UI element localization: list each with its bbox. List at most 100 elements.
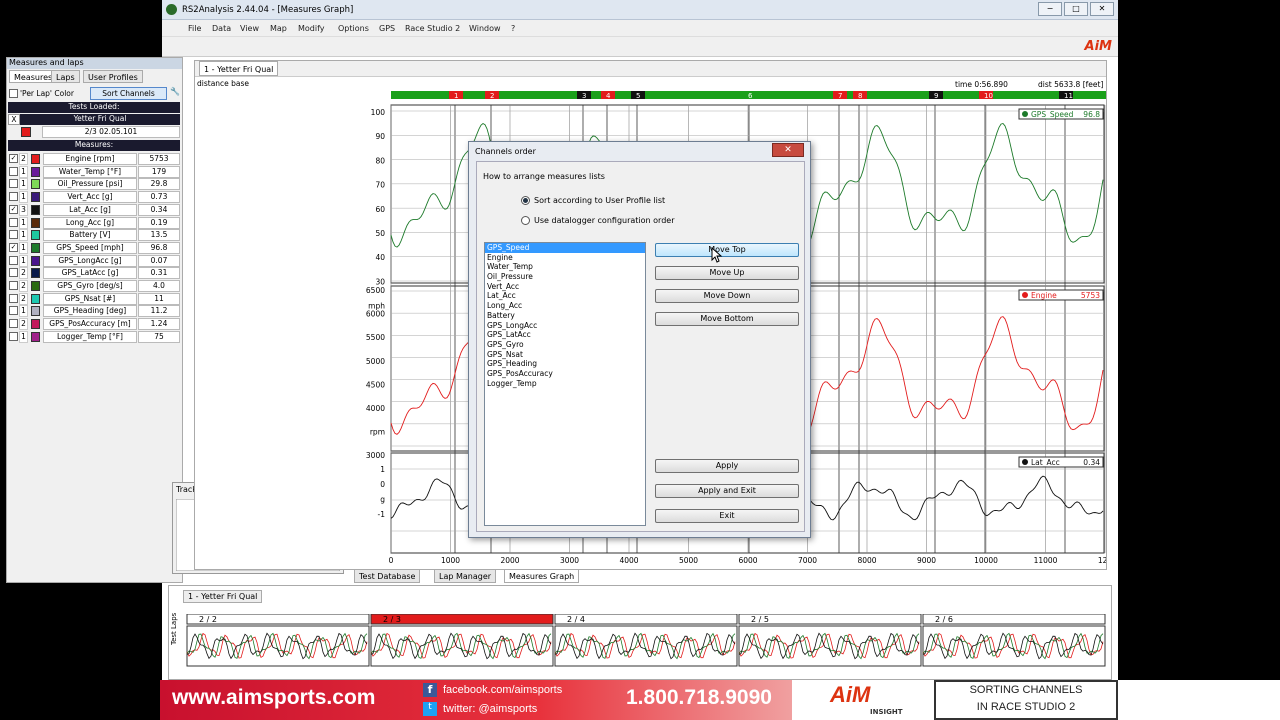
measure-number[interactable]: 1 (19, 191, 28, 204)
menu-options[interactable]: Options (338, 24, 369, 33)
channel-list-item[interactable]: GPS_LatAcc (485, 330, 645, 340)
channel-list-item[interactable]: Vert_Acc (485, 282, 645, 292)
channel-list-item[interactable]: Oil_Pressure (485, 272, 645, 282)
measure-row[interactable]: 1 GPS_LongAcc [g] 0.07 (8, 254, 180, 268)
measure-number[interactable]: 3 (19, 203, 28, 216)
menu-race-studio[interactable]: Race Studio 2 (405, 24, 460, 33)
measure-color-swatch[interactable] (31, 230, 40, 241)
measure-row[interactable]: 1 Vert_Acc [g] 0.73 (8, 191, 180, 204)
menu-data[interactable]: Data (212, 24, 231, 33)
menu-gps[interactable]: GPS (379, 24, 395, 33)
tab-laps[interactable]: Laps (51, 70, 80, 83)
measure-row[interactable]: 2 GPS_Nsat [#] 11 (8, 292, 180, 306)
measure-row[interactable]: 1 GPS_Heading [deg] 11.2 (8, 305, 180, 318)
measure-number[interactable]: 1 (19, 178, 28, 191)
measure-color-swatch[interactable] (31, 255, 40, 266)
measure-number[interactable]: 2 (19, 153, 28, 165)
test-name[interactable]: Yetter Fri Qual (20, 114, 180, 125)
tab-lap-manager[interactable]: Lap Manager (434, 569, 497, 583)
move-down-button[interactable]: Move Down (655, 289, 799, 303)
channel-list-item[interactable]: GPS_Speed (485, 243, 645, 253)
measure-label[interactable]: Long_Acc [g] (43, 216, 137, 229)
measure-label[interactable]: Water_Temp [°F] (43, 165, 137, 178)
measure-checkbox[interactable] (9, 166, 18, 176)
measure-label[interactable]: GPS_Nsat [#] (43, 292, 137, 305)
measure-label[interactable]: Vert_Acc [g] (43, 191, 137, 204)
measure-row[interactable]: 1 Long_Acc [g] 0.19 (8, 216, 180, 230)
lap-label[interactable]: 2/3 02.05.101 (42, 126, 180, 138)
measure-checkbox[interactable] (9, 217, 18, 227)
lap-thumbnail[interactable] (186, 625, 370, 667)
measure-color-swatch[interactable] (31, 306, 40, 317)
channel-list-item[interactable]: GPS_Gyro (485, 340, 645, 350)
measure-number[interactable]: 1 (19, 241, 28, 254)
menu-window[interactable]: Window (469, 24, 501, 33)
measure-color-swatch[interactable] (31, 204, 40, 215)
measure-checkbox[interactable]: ✓ (9, 204, 18, 214)
channel-list-item[interactable]: Lat_Acc (485, 291, 645, 301)
close-button[interactable]: ✕ (1090, 2, 1114, 16)
measure-checkbox[interactable] (9, 255, 18, 265)
measure-color-swatch[interactable] (31, 179, 40, 190)
measure-checkbox[interactable] (9, 319, 18, 329)
measure-number[interactable]: 2 (19, 280, 28, 292)
measure-label[interactable]: Lat_Acc [g] (43, 203, 137, 216)
measure-label[interactable]: Engine [rpm] (43, 153, 137, 165)
measure-color-swatch[interactable] (31, 331, 40, 342)
test-laps-tab[interactable]: 1 - Yetter Fri Qual (183, 590, 263, 603)
measure-color-swatch[interactable] (31, 217, 40, 228)
measure-checkbox[interactable]: ✓ (9, 242, 18, 252)
measure-number[interactable]: 2 (19, 318, 28, 331)
menu-map[interactable]: Map (270, 24, 287, 33)
measure-color-swatch[interactable] (31, 319, 40, 330)
lap-thumbnail[interactable] (554, 625, 738, 667)
measure-color-swatch[interactable] (31, 293, 40, 304)
wrench-icon[interactable]: 🔧 (169, 87, 181, 100)
menu-modify[interactable]: Modify (298, 24, 325, 33)
channel-list-item[interactable]: GPS_PosAccuracy (485, 369, 645, 379)
measure-label[interactable]: GPS_Gyro [deg/s] (43, 280, 137, 292)
measure-number[interactable]: 1 (19, 229, 28, 242)
measure-row[interactable]: 1 Oil_Pressure [psi] 29.8 (8, 178, 180, 191)
menu-help[interactable]: ? (511, 24, 515, 33)
measure-row[interactable]: 2 GPS_PosAccuracy [m] 1.24 (8, 318, 180, 331)
per-lap-checkbox[interactable] (9, 89, 18, 98)
measure-color-swatch[interactable] (31, 242, 40, 253)
menu-view[interactable]: View (240, 24, 259, 33)
menu-file[interactable]: File (188, 24, 201, 33)
measure-checkbox[interactable]: ✓ (9, 154, 18, 163)
measure-color-swatch[interactable] (31, 281, 40, 291)
measure-label[interactable]: GPS_LongAcc [g] (43, 254, 137, 267)
lap-color-swatch[interactable] (21, 127, 31, 137)
measure-number[interactable]: 1 (19, 165, 28, 178)
move-up-button[interactable]: Move Up (655, 266, 799, 280)
channel-list-item[interactable]: Water_Temp (485, 262, 645, 272)
measure-checkbox[interactable] (9, 306, 18, 316)
channel-list-item[interactable]: GPS_Heading (485, 359, 645, 369)
tab-measures[interactable]: Measures (9, 70, 58, 83)
measure-checkbox[interactable] (9, 293, 18, 303)
measure-label[interactable]: GPS_PosAccuracy [m] (43, 318, 137, 331)
measure-number[interactable]: 2 (19, 267, 28, 280)
measure-row[interactable]: 1 Logger_Temp [°F] 75 (8, 330, 180, 344)
measure-checkbox[interactable] (9, 281, 18, 290)
measure-color-swatch[interactable] (31, 154, 40, 164)
channel-list-item[interactable]: Battery (485, 311, 645, 321)
remove-test-button[interactable]: X (8, 114, 20, 125)
apply-exit-button[interactable]: Apply and Exit (655, 484, 799, 498)
channel-list-item[interactable]: Engine (485, 253, 645, 263)
sort-profile-radio[interactable] (521, 196, 530, 205)
laps-strip[interactable]: 2 / 2 2 / 3 2 / 4 2 / 5 2 / 6 (183, 614, 1109, 672)
measure-number[interactable]: 1 (19, 254, 28, 267)
tab-measures-graph[interactable]: Measures Graph (504, 569, 580, 583)
measure-row[interactable]: 2 GPS_Gyro [deg/s] 4.0 (8, 280, 180, 293)
measure-label[interactable]: Logger_Temp [°F] (43, 330, 137, 343)
dialog-close-button[interactable]: ✕ (772, 143, 804, 157)
tab-user-profiles[interactable]: User Profiles (83, 70, 143, 83)
measure-label[interactable]: GPS_Heading [deg] (43, 305, 137, 318)
move-top-button[interactable]: Move Top (655, 243, 799, 257)
measure-color-swatch[interactable] (31, 192, 40, 203)
exit-button[interactable]: Exit (655, 509, 799, 523)
measure-checkbox[interactable] (9, 179, 18, 189)
measure-number[interactable]: 2 (19, 292, 28, 305)
